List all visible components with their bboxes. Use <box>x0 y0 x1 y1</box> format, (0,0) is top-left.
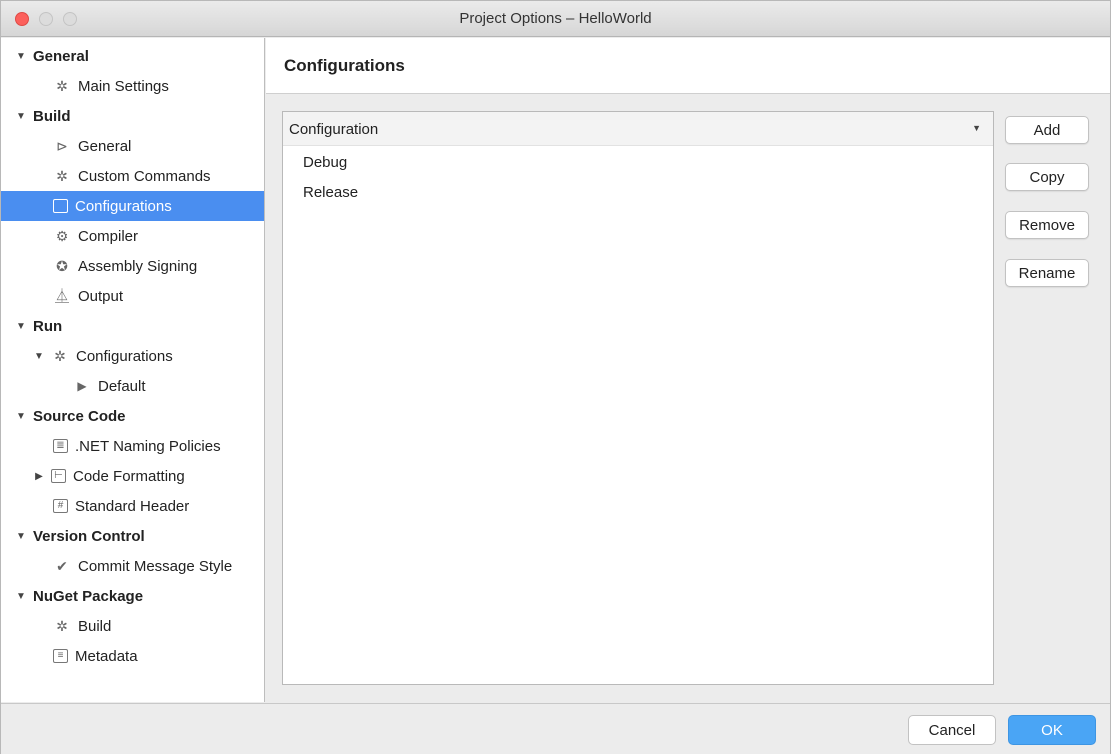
sidebar-item-metadata[interactable]: ≡ Metadata <box>1 641 264 671</box>
document-icon: ≡ <box>53 649 68 663</box>
add-button[interactable]: Add <box>1005 116 1089 144</box>
sidebar-item-label: Configurations <box>75 197 172 215</box>
flask-icon: ⏅ <box>55 288 69 304</box>
disclosure-expanded-icon[interactable]: ▼ <box>33 351 45 362</box>
window-icon <box>53 199 68 213</box>
sidebar-item-custom-commands[interactable]: ✲ Custom Commands <box>1 161 264 191</box>
sidebar-item-code-formatting[interactable]: ▶ ⊢ Code Formatting <box>1 461 264 491</box>
disclosure-expanded-icon[interactable]: ▼ <box>15 111 27 122</box>
sidebar-item-label: Compiler <box>78 227 139 245</box>
sidebar-item-label: .NET Naming Policies <box>75 437 221 455</box>
sidebar-item-run-configurations[interactable]: ▼ ✲ Configurations <box>1 341 264 371</box>
remove-button[interactable]: Remove <box>1005 211 1089 239</box>
dialog-footer: Cancel OK <box>1 703 1110 754</box>
configuration-list[interactable]: Configuration ▼ Debug Release <box>282 111 994 685</box>
disclosure-expanded-icon[interactable]: ▼ <box>15 591 27 602</box>
disclosure-expanded-icon[interactable]: ▼ <box>15 51 27 62</box>
sidebar-item-standard-header[interactable]: # Standard Header <box>1 491 264 521</box>
sidebar-group-label: Source Code <box>33 407 126 425</box>
disclosure-collapsed-icon[interactable]: ▶ <box>33 471 45 482</box>
build-general-icon: ⊳ <box>56 137 68 154</box>
sidebar-item-label: Default <box>98 377 146 395</box>
sidebar-item-naming-policies[interactable]: ≣ .NET Naming Policies <box>1 431 264 461</box>
sidebar-item-build-general[interactable]: ⊳ General <box>1 131 264 161</box>
sidebar-group-build[interactable]: ▼ Build <box>1 101 264 131</box>
column-header-label: Configuration <box>289 121 379 138</box>
sidebar-item-label: Code Formatting <box>73 467 185 485</box>
configuration-column-header[interactable]: Configuration ▼ <box>283 112 993 146</box>
sidebar-item-commit-message-style[interactable]: ✔ Commit Message Style <box>1 551 264 581</box>
window-title: Project Options – HelloWorld <box>459 10 652 27</box>
disclosure-expanded-icon[interactable]: ▼ <box>15 531 27 542</box>
copy-button[interactable]: Copy <box>1005 163 1089 191</box>
play-icon: ▶ <box>77 379 87 393</box>
rename-button[interactable]: Rename <box>1005 259 1089 287</box>
gear-icon: ✲ <box>56 77 68 94</box>
sidebar-group-label: Version Control <box>33 527 145 545</box>
gear-icon: ✲ <box>54 347 66 364</box>
list-item-debug[interactable]: Debug <box>303 154 347 171</box>
sidebar-item-label: Output <box>78 287 124 305</box>
sidebar-item-main-settings[interactable]: ✲ Main Settings <box>1 71 264 101</box>
sidebar-group-label: Run <box>33 317 63 335</box>
compiler-icon: ⚙ <box>55 227 69 244</box>
disclosure-expanded-icon[interactable]: ▼ <box>15 411 27 422</box>
sidebar-item-assembly-signing[interactable]: ✪ Assembly Signing <box>1 251 264 281</box>
list-item-release[interactable]: Release <box>303 184 358 201</box>
sidebar-group-label: Build <box>33 107 71 125</box>
code-formatting-icon: ⊢ <box>51 469 66 483</box>
options-sidebar: ▼ General ✲ Main Settings ▼ Build ⊳ Gene… <box>1 38 265 702</box>
sidebar-item-label: General <box>78 137 132 155</box>
sidebar-item-label: Custom Commands <box>78 167 211 185</box>
sidebar-item-label: Standard Header <box>75 497 190 515</box>
check-circle-icon: ✔ <box>56 557 68 574</box>
badge-icon: ✪ <box>56 257 68 274</box>
sidebar-group-label: NuGet Package <box>33 587 144 605</box>
page-title: Configurations <box>284 56 405 75</box>
header-icon: # <box>53 499 68 513</box>
cancel-button[interactable]: Cancel <box>908 715 996 745</box>
sidebar-item-label: Main Settings <box>78 77 169 95</box>
gear-icon: ✲ <box>56 167 68 184</box>
sort-descending-icon[interactable]: ▼ <box>972 123 981 133</box>
naming-policies-icon: ≣ <box>53 439 68 453</box>
sidebar-group-nuget-package[interactable]: ▼ NuGet Package <box>1 581 264 611</box>
sidebar-item-label: Configurations <box>76 347 173 365</box>
gear-icon: ✲ <box>56 617 68 634</box>
sidebar-item-nuget-build[interactable]: ✲ Build <box>1 611 264 641</box>
sidebar-item-build-configurations[interactable]: Configurations <box>1 191 264 221</box>
sidebar-item-compiler[interactable]: ⚙ Compiler <box>1 221 264 251</box>
sidebar-group-run[interactable]: ▼ Run <box>1 311 264 341</box>
project-options-window: Project Options – HelloWorld ▼ General ✲… <box>0 0 1111 754</box>
ok-button[interactable]: OK <box>1008 715 1096 745</box>
sidebar-group-label: General <box>33 47 89 65</box>
sidebar-group-source-code[interactable]: ▼ Source Code <box>1 401 264 431</box>
sidebar-item-label: Metadata <box>75 647 138 665</box>
disclosure-expanded-icon[interactable]: ▼ <box>15 321 27 332</box>
sidebar-group-general[interactable]: ▼ General <box>1 41 264 71</box>
sidebar-item-run-default[interactable]: ▶ Default <box>1 371 264 401</box>
sidebar-group-version-control[interactable]: ▼ Version Control <box>1 521 264 551</box>
panel-header: Configurations <box>266 38 1110 94</box>
sidebar-item-label: Assembly Signing <box>78 257 198 275</box>
sidebar-item-output[interactable]: ⏅ Output <box>1 281 264 311</box>
sidebar-item-label: Build <box>78 617 112 635</box>
configurations-panel: Configuration ▼ Debug Release Add Copy R… <box>266 95 1110 702</box>
title-bar: Project Options – HelloWorld <box>1 1 1110 37</box>
sidebar-item-label: Commit Message Style <box>78 557 233 575</box>
